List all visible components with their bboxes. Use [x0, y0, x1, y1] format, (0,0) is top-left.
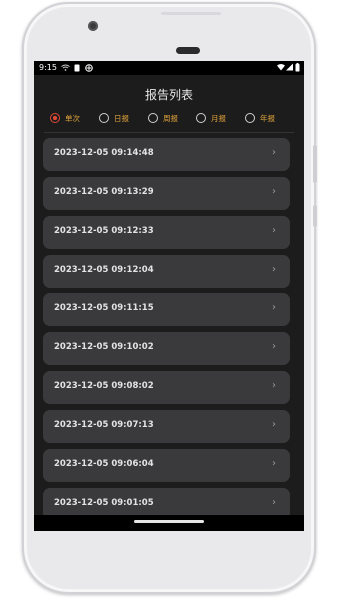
power-button: [313, 205, 317, 227]
report-timestamp: 2023-12-05 09:14:48: [54, 148, 154, 158]
status-bar: 9:15: [34, 61, 304, 75]
radio-button-icon: [99, 113, 109, 123]
report-list-item[interactable]: 2023-12-05 09:12:04 ›: [43, 255, 290, 288]
chevron-right-icon: ›: [272, 497, 276, 508]
report-timestamp: 2023-12-05 09:08:02: [54, 381, 154, 391]
radio-daily[interactable]: 日报: [99, 110, 129, 126]
chevron-right-icon: ›: [272, 341, 276, 352]
report-list-item[interactable]: 2023-12-05 09:07:13 ›: [43, 410, 290, 443]
radio-weekly[interactable]: 周报: [148, 110, 178, 126]
report-list-item[interactable]: 2023-12-05 09:10:02 ›: [43, 332, 290, 365]
volume-button: [313, 145, 317, 183]
sim-icon: [74, 64, 80, 74]
report-timestamp: 2023-12-05 09:07:13: [54, 420, 154, 430]
report-timestamp: 2023-12-05 09:12:04: [54, 265, 154, 275]
report-list[interactable]: 2023-12-05 09:14:48 › 2023-12-05 09:13:2…: [34, 138, 304, 528]
radio-button-icon: [245, 113, 255, 123]
wifi-icon: [277, 63, 285, 73]
home-gesture-handle[interactable]: [134, 520, 204, 523]
chevron-right-icon: ›: [272, 302, 276, 313]
chevron-right-icon: ›: [272, 147, 276, 158]
app-screen: 9:15 报告列表 单次 日报 周报 月报 年报 2023-12-05 09:1…: [34, 61, 304, 531]
header-divider: [44, 132, 294, 133]
navigation-bar: [34, 515, 304, 531]
radio-label: 年报: [260, 113, 275, 123]
report-list-item[interactable]: 2023-12-05 09:08:02 ›: [43, 371, 290, 404]
chevron-right-icon: ›: [272, 264, 276, 275]
front-camera: [88, 21, 98, 31]
radio-yearly[interactable]: 年报: [245, 110, 275, 126]
earpiece-speaker: [176, 47, 200, 54]
signal-icon: [286, 63, 293, 73]
wifi-calling-icon: [61, 64, 70, 73]
chevron-right-icon: ›: [272, 380, 276, 391]
report-timestamp: 2023-12-05 09:10:02: [54, 342, 154, 352]
page-title: 报告列表: [144, 88, 193, 102]
report-timestamp: 2023-12-05 09:01:05: [54, 498, 154, 508]
battery-icon: [295, 63, 300, 74]
radio-label: 单次: [65, 113, 80, 123]
report-list-item[interactable]: 2023-12-05 09:14:48 ›: [43, 138, 290, 171]
chevron-right-icon: ›: [272, 186, 276, 197]
chevron-right-icon: ›: [272, 225, 276, 236]
radio-label: 月报: [211, 113, 226, 123]
radio-monthly[interactable]: 月报: [196, 110, 226, 126]
radio-single[interactable]: 单次: [50, 110, 80, 126]
vpn-icon: [85, 64, 93, 74]
chevron-right-icon: ›: [272, 419, 276, 430]
report-timestamp: 2023-12-05 09:12:33: [54, 226, 154, 236]
report-list-item[interactable]: 2023-12-05 09:12:33 ›: [43, 216, 290, 249]
report-list-item[interactable]: 2023-12-05 09:11:15 ›: [43, 293, 290, 326]
report-timestamp: 2023-12-05 09:13:29: [54, 187, 154, 197]
radio-button-icon: [196, 113, 206, 123]
status-time: 9:15: [39, 63, 57, 72]
chevron-right-icon: ›: [272, 458, 276, 469]
radio-label: 周报: [163, 113, 178, 123]
report-timestamp: 2023-12-05 09:11:15: [54, 303, 154, 313]
report-type-radio-group: 单次 日报 周报 月报 年报: [34, 110, 304, 126]
radio-button-icon: [50, 113, 60, 123]
report-timestamp: 2023-12-05 09:06:04: [54, 459, 154, 469]
phone-top-detail: [161, 12, 221, 15]
report-list-item[interactable]: 2023-12-05 09:13:29 ›: [43, 177, 290, 210]
radio-button-icon: [148, 113, 158, 123]
radio-label: 日报: [114, 113, 129, 123]
report-list-item[interactable]: 2023-12-05 09:06:04 ›: [43, 449, 290, 482]
